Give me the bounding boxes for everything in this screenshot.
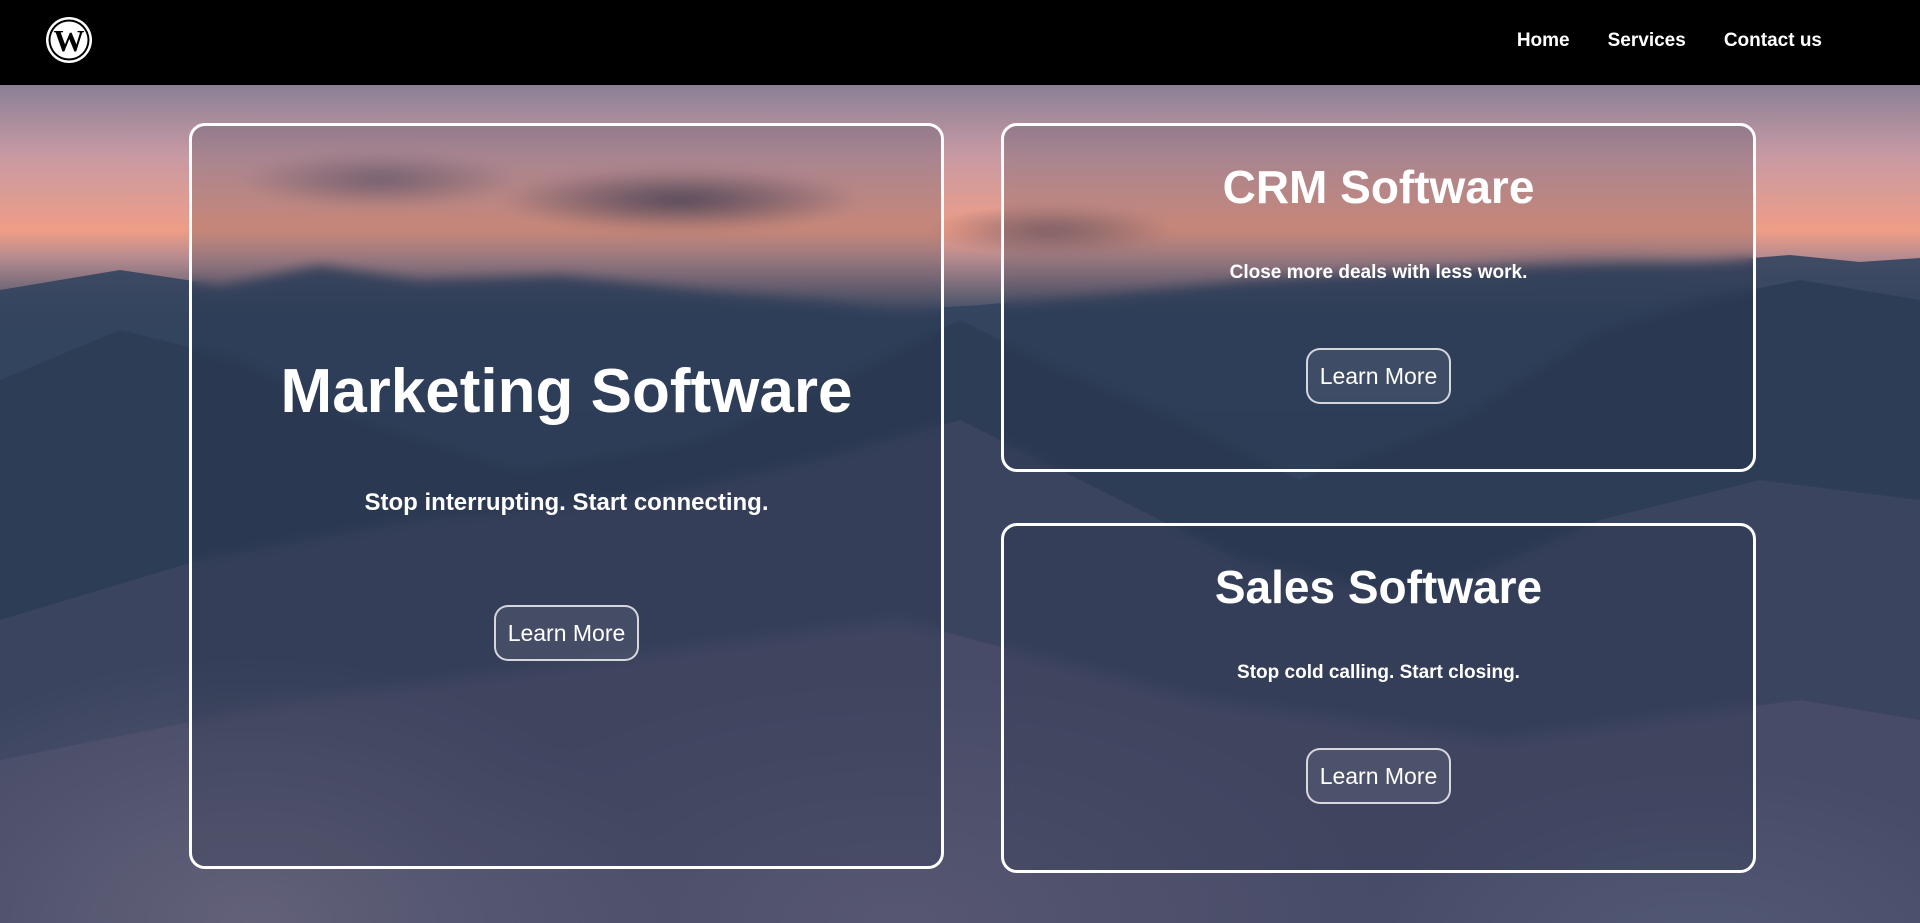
- main-nav: Home Services Contact us: [1479, 30, 1822, 52]
- nav-link-home[interactable]: Home: [1517, 30, 1570, 52]
- sales-software-card: Sales Software Stop cold calling. Start …: [1001, 523, 1756, 873]
- nav-link-services[interactable]: Services: [1608, 30, 1686, 52]
- svg-text:W: W: [54, 23, 85, 58]
- sales-learn-more-button[interactable]: Learn More: [1305, 748, 1452, 804]
- card-tagline: Stop cold calling. Start closing.: [1237, 662, 1520, 683]
- crm-software-card: CRM Software Close more deals with less …: [1001, 123, 1756, 472]
- card-tagline: Stop interrupting. Start connecting.: [364, 489, 769, 516]
- wordpress-logo-icon[interactable]: W: [44, 15, 94, 65]
- card-title: Sales Software: [1214, 561, 1543, 613]
- nav-link-contact-us[interactable]: Contact us: [1724, 30, 1822, 52]
- card-tagline: Close more deals with less work.: [1229, 262, 1528, 283]
- top-navbar: W Home Services Contact us: [0, 0, 1920, 85]
- marketing-learn-more-button[interactable]: Learn More: [493, 605, 640, 661]
- card-title: CRM Software: [1222, 161, 1535, 213]
- card-title: Marketing Software: [280, 357, 853, 426]
- marketing-software-card: Marketing Software Stop interrupting. St…: [189, 123, 944, 869]
- crm-learn-more-button[interactable]: Learn More: [1305, 348, 1452, 404]
